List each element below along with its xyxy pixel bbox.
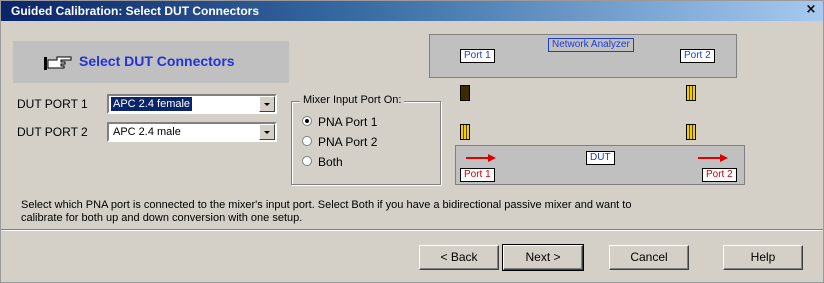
analyzer-port-1-tag: Port 1 xyxy=(460,49,495,63)
dut-port-2-label: DUT PORT 2 xyxy=(17,125,88,139)
dut-port-2-select[interactable]: APC 2.4 male xyxy=(107,122,277,142)
pointing-hand-icon xyxy=(44,56,72,70)
radio-both[interactable]: Both xyxy=(302,155,432,169)
next-button[interactable]: Next > xyxy=(502,244,584,271)
guided-calibration-dialog: Guided Calibration: Select DUT Connector… xyxy=(0,0,824,283)
mixer-input-port-group: Mixer Input Port On: PNA Port 1 PNA Port… xyxy=(291,94,441,185)
help-button[interactable]: Help xyxy=(723,245,803,270)
analyzer-port-2-tag: Port 2 xyxy=(680,49,715,63)
header-panel: Select DUT Connectors xyxy=(13,41,289,83)
dut-port-1-dropdown-arrow-icon[interactable] xyxy=(259,96,275,112)
radio-pna-port-1[interactable]: PNA Port 1 xyxy=(302,115,432,129)
analyzer-port-2-connector-icon xyxy=(686,85,696,101)
network-analyzer-label: Network Analyzer xyxy=(548,38,634,52)
close-icon[interactable]: × xyxy=(803,2,819,18)
window-title: Guided Calibration: Select DUT Connector… xyxy=(11,4,260,18)
dut-port-2-connector-icon xyxy=(686,124,696,140)
dut-label: DUT xyxy=(586,151,615,165)
radio-dot xyxy=(302,116,312,126)
header-title: Select DUT Connectors xyxy=(79,53,235,69)
signal-arrow-icon xyxy=(698,154,728,162)
mixer-group-legend: Mixer Input Port On: xyxy=(300,94,405,106)
dut-port-1-tag: Port 1 xyxy=(460,168,495,182)
dut-box: DUT Port 1 Port 2 xyxy=(455,145,745,185)
radio-label: PNA Port 2 xyxy=(318,135,378,149)
radio-label: Both xyxy=(318,155,343,169)
dut-port-2-value: APC 2.4 male xyxy=(113,126,181,138)
dut-port-2-dropdown-arrow-icon[interactable] xyxy=(259,124,275,140)
radio-dot xyxy=(302,156,312,166)
back-button[interactable]: < Back xyxy=(419,245,499,270)
dut-port-1-label: DUT PORT 1 xyxy=(17,97,88,111)
title-bar: Guided Calibration: Select DUT Connector… xyxy=(1,1,823,21)
radio-dot xyxy=(302,136,312,146)
dut-port-2-tag: Port 2 xyxy=(702,168,737,182)
cancel-button[interactable]: Cancel xyxy=(609,245,689,270)
dut-port-1-connector-icon xyxy=(460,124,470,140)
help-text: Select which PNA port is connected to th… xyxy=(21,199,632,224)
dut-port-1-select[interactable]: APC 2.4 female xyxy=(107,94,277,114)
button-separator xyxy=(1,229,823,231)
radio-label: PNA Port 1 xyxy=(318,115,378,129)
network-analyzer-box: Port 1 Network Analyzer Port 2 xyxy=(429,34,737,78)
signal-arrow-icon xyxy=(466,154,496,162)
dut-port-1-value: APC 2.4 female xyxy=(111,97,193,111)
connection-diagram: Port 1 Network Analyzer Port 2 DUT Port … xyxy=(421,28,821,188)
analyzer-port-1-connector-icon xyxy=(460,85,470,101)
radio-pna-port-2[interactable]: PNA Port 2 xyxy=(302,135,432,149)
